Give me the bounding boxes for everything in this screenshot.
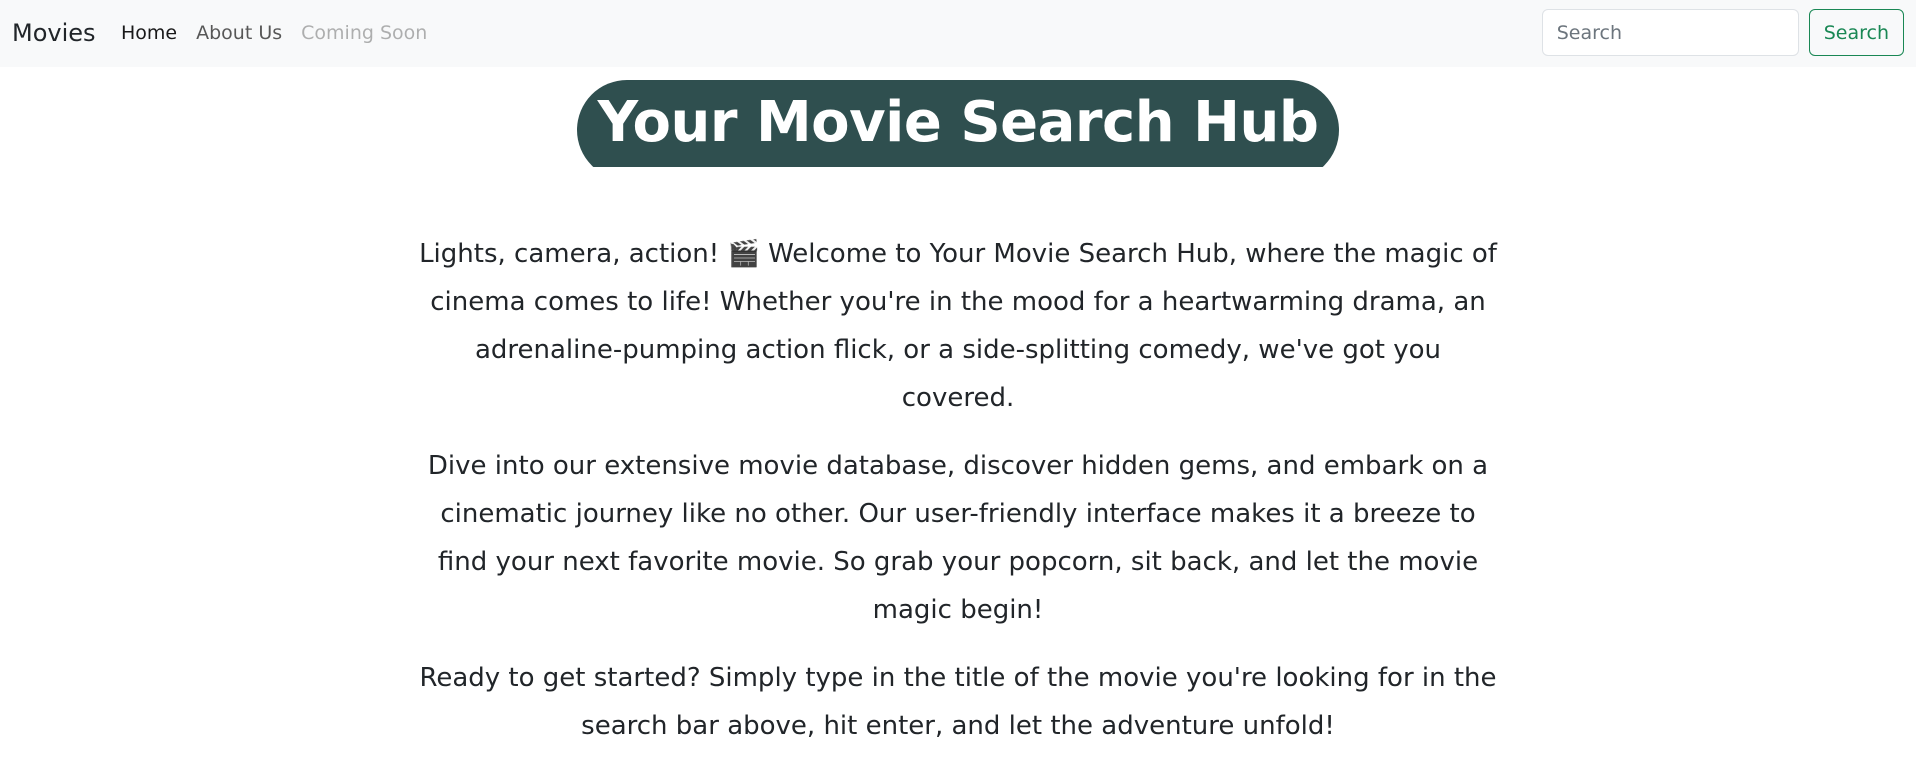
nav-link-coming-soon: Coming Soon <box>301 22 428 44</box>
intro-paragraph-1: Lights, camera, action! 🎬 Welcome to You… <box>419 239 1497 413</box>
nav-link-about-us[interactable]: About Us <box>196 20 282 46</box>
hero-banner: Your Movie Search Hub <box>577 80 1339 167</box>
brand-link[interactable]: Movies <box>12 17 96 49</box>
search-input[interactable] <box>1541 9 1799 56</box>
search-form: Search <box>1541 9 1904 56</box>
intro-content: Lights, camera, action! 🎬 Welcome to You… <box>415 230 1501 770</box>
intro-paragraph-2: Dive into our extensive movie database, … <box>427 451 1489 625</box>
search-button[interactable]: Search <box>1808 9 1904 56</box>
top-navbar: Movies Home About Us Coming Soon Search <box>0 0 1916 67</box>
nav-link-home[interactable]: Home <box>121 20 177 46</box>
nav-links: Home About Us Coming Soon <box>121 20 446 46</box>
hero-pill: Your Movie Search Hub <box>577 80 1339 167</box>
page-title: Your Movie Search Hub <box>597 90 1319 155</box>
intro-paragraph-3: Ready to get started? Simply type in the… <box>419 663 1497 741</box>
